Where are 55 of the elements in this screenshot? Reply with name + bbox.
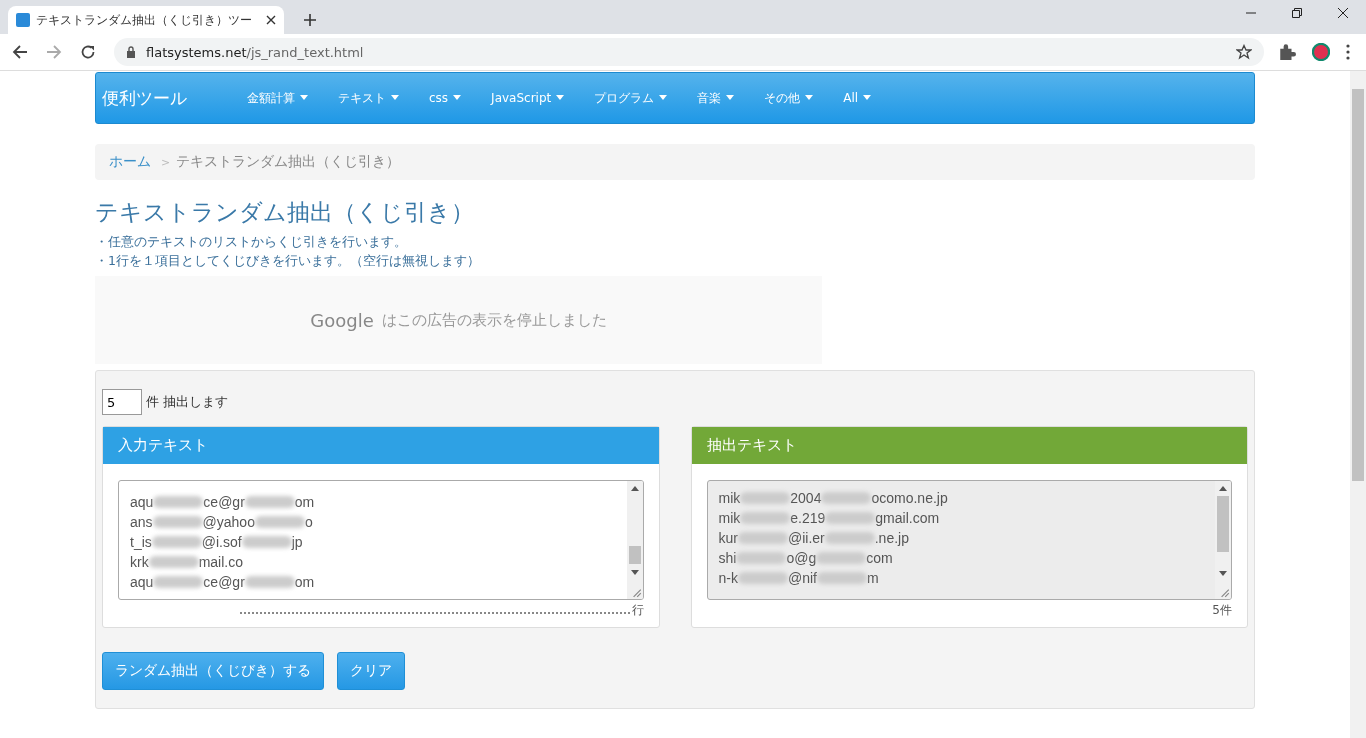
- breadcrumb-separator: >: [161, 155, 171, 169]
- action-button[interactable]: ランダム抽出（くじびき）する: [102, 652, 324, 690]
- url-text: flatsystems.net/js_rand_text.html: [146, 44, 365, 60]
- resize-grip-icon[interactable]: [1218, 586, 1230, 598]
- nav-menu-item[interactable]: 音楽: [697, 89, 735, 107]
- back-icon[interactable]: [12, 44, 28, 60]
- nav-menu-item[interactable]: テキスト: [338, 89, 399, 107]
- count-input[interactable]: 5: [102, 389, 142, 415]
- breadcrumb-current: テキストランダム抽出（くじ引き）: [176, 153, 401, 171]
- text-area[interactable]: aqu ce@gr om ans @yahoo o t_is @i.sof jp krk mail.co aqu ce@gr om: [118, 480, 644, 600]
- description-line: ・1行を１項目としてくじびきを行います。（空行は無視します）: [95, 253, 481, 270]
- star-icon[interactable]: [1236, 44, 1252, 60]
- nav-menu-item[interactable]: css: [429, 91, 462, 105]
- page-scrollbar[interactable]: [1350, 71, 1366, 738]
- lock-icon: [126, 46, 136, 58]
- nav-menu-item[interactable]: プログラム: [594, 89, 668, 107]
- home-link[interactable]: ホーム: [109, 153, 151, 171]
- ad-message: はこの広告の表示を停止しました: [381, 310, 607, 330]
- text-line: n-k @nif m: [718, 569, 880, 588]
- nav-menu-item[interactable]: JavaScript: [491, 91, 565, 105]
- nav-menu-item[interactable]: All: [843, 91, 872, 105]
- nav-menu-item[interactable]: その他: [764, 89, 814, 107]
- text-line: shi o@g com: [718, 549, 894, 568]
- scrollbar[interactable]: [626, 481, 643, 599]
- address-bar[interactable]: flatsystems.net/js_rand_text.html: [114, 38, 1264, 66]
- tab-title: テキストランダム抽出（くじ引き）ツー: [36, 11, 253, 29]
- text-line: kur @ii.er .ne.jp: [718, 529, 910, 548]
- page-title: テキストランダム抽出（くじ引き）: [95, 198, 475, 227]
- close-icon[interactable]: [266, 15, 276, 25]
- new-tab-icon[interactable]: [304, 14, 316, 26]
- text-area[interactable]: mik 2004 ocomo.ne.jp mik e.219 gmail.com kur @ii.er .ne.jp shi o@g com n-k @nif m: [706, 480, 1232, 600]
- avatar-icon[interactable]: [1312, 43, 1330, 61]
- text-line: krk mail.co: [130, 553, 245, 572]
- action-button[interactable]: クリア: [337, 652, 405, 690]
- count-text: 行: [631, 602, 644, 619]
- count-label: 件 抽出します: [146, 393, 229, 411]
- site-icon: [16, 13, 30, 27]
- text-line: mik 2004 ocomo.ne.jp: [718, 489, 949, 508]
- scrollbar[interactable]: [1215, 481, 1231, 599]
- text-line: ans @yahoo o: [130, 513, 314, 532]
- text-line: mik e.219 gmail.com: [718, 509, 941, 528]
- site-brand[interactable]: 便利ツール: [96, 86, 247, 110]
- text-line: aqu ce@gr om: [130, 573, 316, 592]
- description-line: ・任意のテキストのリストからくじ引きを行います。: [95, 234, 408, 251]
- card-title: 抽出テキスト: [706, 436, 797, 455]
- card-title: 入力テキスト: [118, 436, 208, 455]
- text-line: t_is @i.sof jp: [130, 533, 304, 552]
- reload-icon[interactable]: [80, 44, 96, 60]
- puzzle-icon[interactable]: [1278, 43, 1296, 61]
- count-text: 5件: [1212, 602, 1232, 619]
- text-line: aqu ce@gr om: [130, 493, 316, 512]
- menu-icon[interactable]: [1346, 43, 1350, 61]
- browser-tab[interactable]: テキストランダム抽出（くじ引き）ツー: [8, 6, 284, 34]
- ad-brand: Google: [310, 309, 374, 331]
- nav-menu-item[interactable]: 金額計算: [247, 89, 308, 107]
